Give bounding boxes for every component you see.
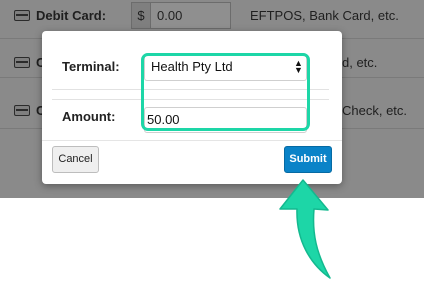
terminal-divider-2 bbox=[52, 99, 329, 100]
select-arrows-icon: ▲ ▼ bbox=[294, 58, 303, 75]
cancel-button[interactable]: Cancel bbox=[52, 146, 99, 173]
card-icon bbox=[14, 105, 30, 116]
currency-addon: $ bbox=[131, 2, 151, 29]
check-hint: Check, etc. bbox=[342, 103, 408, 118]
debit-card-label: Debit Card: bbox=[36, 8, 107, 23]
pointer-arrow-icon bbox=[279, 179, 331, 279]
card-icon bbox=[14, 57, 30, 68]
debit-card-amount-input: 0.00 bbox=[150, 2, 231, 29]
credit-card-hint: d, etc. bbox=[342, 55, 378, 70]
amount-label: Amount: bbox=[62, 109, 116, 124]
payment-terminal-modal: Terminal: Health Pty Ltd ▲ ▼ Amount: 50.0… bbox=[42, 31, 342, 184]
terminal-divider-1 bbox=[52, 89, 329, 90]
terminal-selected-value: Health Pty Ltd bbox=[151, 59, 233, 74]
modal-footer-divider bbox=[42, 140, 342, 141]
terminal-select[interactable]: Health Pty Ltd ▲ ▼ bbox=[144, 53, 307, 81]
submit-button[interactable]: Submit bbox=[284, 146, 332, 173]
amount-input[interactable]: 50.00 bbox=[144, 107, 307, 133]
terminal-label: Terminal: bbox=[62, 59, 120, 74]
debit-card-hint: EFTPOS, Bank Card, etc. bbox=[250, 8, 399, 23]
card-icon bbox=[14, 10, 30, 21]
